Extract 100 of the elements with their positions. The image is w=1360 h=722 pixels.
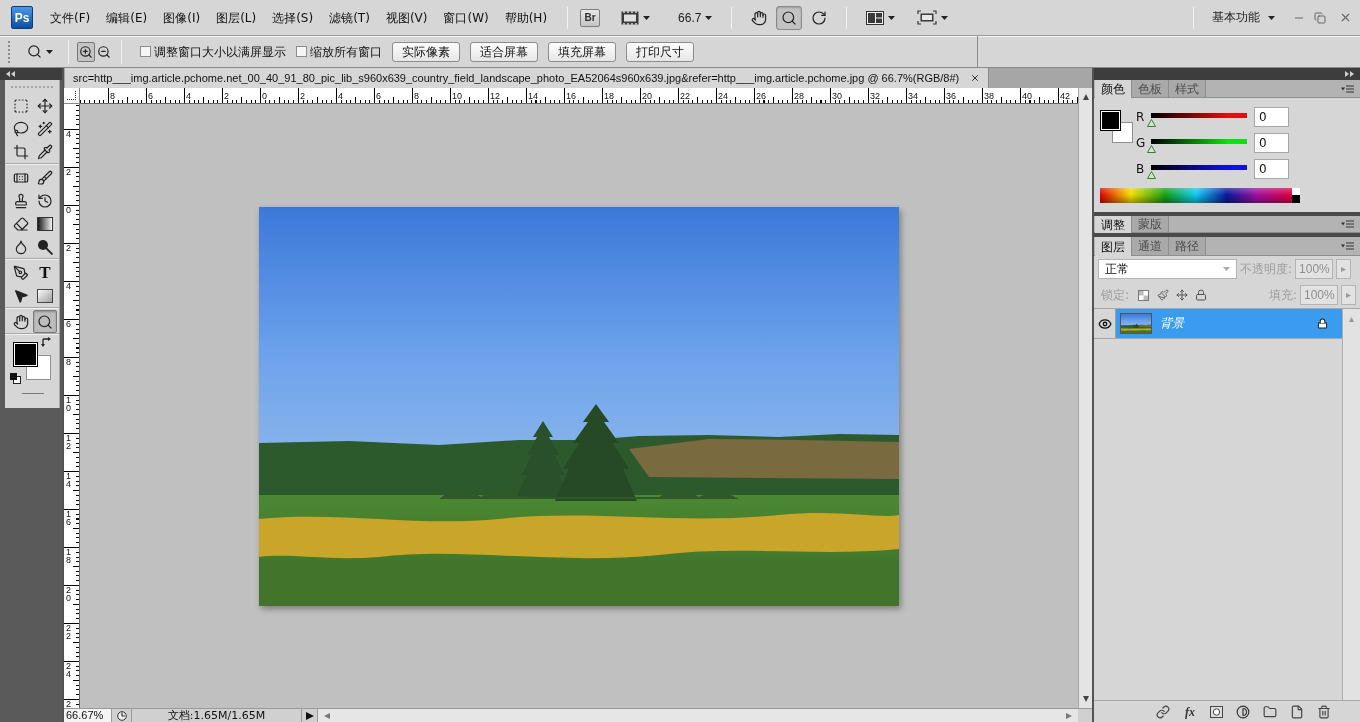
channel-label: R	[1136, 110, 1146, 124]
ruler-label: 2	[66, 244, 72, 252]
ruler-label: 12	[66, 434, 72, 450]
value-field[interactable]: 0	[1254, 159, 1289, 179]
ruler-label: 2	[66, 168, 72, 176]
checkbox[interactable]	[296, 46, 307, 57]
slider-thumb[interactable]	[1147, 171, 1156, 179]
eyedropper-icon	[37, 143, 53, 160]
checkbox-label[interactable]: 调整窗口大小以满屏显示	[154, 43, 286, 60]
workspace-dropdown[interactable]: 基本功能	[1206, 6, 1281, 29]
menu-item[interactable]: 选择(S)	[264, 6, 322, 29]
layer-name: 背景	[1160, 315, 1186, 332]
hand-icon	[13, 313, 29, 330]
arrow-right-icon[interactable]	[1066, 712, 1072, 719]
ruler-label: 2	[300, 91, 305, 101]
menu-item[interactable]: 滤镜(T)	[321, 6, 378, 29]
layers-scrollbar[interactable]	[1342, 309, 1360, 700]
restore-icon[interactable]	[1314, 11, 1326, 24]
zoom-preset-button[interactable]: 适合屏幕	[470, 41, 538, 62]
film-strip-icon	[621, 10, 640, 25]
swap-arrows-icon[interactable]	[41, 337, 52, 348]
panel-tab[interactable]: 通道	[1132, 237, 1169, 255]
foreground-swatch-icon[interactable]	[13, 342, 38, 367]
zoom-level-dropdown[interactable]: 66.7	[673, 5, 718, 30]
circle-square-icon	[1210, 705, 1223, 718]
background-swatch-icon[interactable]	[1100, 110, 1133, 143]
ruler-label: 14	[66, 472, 72, 488]
checkbox-label[interactable]: 缩放所有窗口	[310, 43, 382, 60]
panel-tab[interactable]: 图层	[1095, 237, 1132, 256]
slider-thumb[interactable]	[1147, 145, 1156, 153]
bridge-button[interactable]: Br	[580, 8, 601, 27]
effects-button[interactable]: fx	[1183, 704, 1197, 719]
horizontal-scrollbar[interactable]	[318, 709, 1078, 722]
lock-all-button[interactable]	[1194, 288, 1208, 302]
new-layer-button[interactable]	[1290, 704, 1304, 719]
visibility-toggle[interactable]	[1094, 309, 1116, 338]
ruler-label: 8	[110, 91, 115, 101]
double-arrow-icon[interactable]	[1345, 71, 1354, 77]
close-icon[interactable]	[970, 73, 981, 83]
menu-item[interactable]: 文件(F)	[42, 6, 99, 29]
opacity-slider-button[interactable]	[1336, 259, 1352, 279]
move-arrows-icon	[1175, 289, 1188, 301]
checkbox[interactable]	[140, 46, 151, 57]
arrow-left-icon[interactable]	[324, 712, 330, 719]
panel-tab[interactable]: 颜色	[1095, 80, 1132, 98]
menu-item[interactable]: 图像(I)	[155, 6, 209, 29]
close-icon[interactable]	[1339, 11, 1352, 24]
panel-tab[interactable]: 路径	[1169, 237, 1206, 255]
hand-icon	[751, 9, 768, 26]
menu-item[interactable]: 视图(V)	[377, 6, 436, 29]
menu-item[interactable]: 帮助(H)	[496, 6, 556, 29]
lock-paint-button[interactable]	[1156, 288, 1170, 302]
zoom-preset-button[interactable]: 打印尺寸	[626, 41, 694, 62]
panel-tab[interactable]: 色板	[1132, 80, 1169, 97]
ruler-label: 16	[66, 510, 72, 526]
new-group-button[interactable]	[1263, 704, 1277, 719]
panel-menu-icon[interactable]	[1341, 220, 1354, 228]
fill-slider-button[interactable]	[1341, 285, 1356, 305]
blend-mode-dropdown[interactable]: 正常	[1098, 259, 1237, 279]
panel-menu-icon[interactable]	[1341, 84, 1354, 93]
lock-position-button[interactable]	[1175, 288, 1189, 302]
zoom-preset-button[interactable]: 填充屏幕	[548, 41, 616, 62]
stamp-icon	[13, 192, 29, 209]
zoom-in-button[interactable]	[77, 41, 95, 62]
value-field[interactable]: 0	[1254, 107, 1289, 127]
menu-item[interactable]: 图层(L)	[208, 6, 265, 29]
ruler-label: 18	[66, 548, 72, 564]
add-mask-button[interactable]	[1210, 705, 1223, 718]
ruler-origin-icon[interactable]	[66, 90, 77, 101]
zoom-tool-button[interactable]	[33, 310, 57, 333]
delete-layer-button[interactable]	[1317, 704, 1331, 719]
arrow-up-icon[interactable]	[1082, 94, 1089, 100]
menu-item[interactable]: 窗口(W)	[435, 6, 497, 29]
lock-pixels-button[interactable]	[1137, 288, 1151, 302]
color-spectrum[interactable]	[1100, 188, 1300, 203]
ruler-label: 10	[66, 396, 72, 412]
panel-tab[interactable]: 调整	[1095, 216, 1132, 233]
zoom-view-button[interactable]	[776, 5, 803, 30]
slider-thumb[interactable]	[1147, 119, 1156, 127]
document-tab[interactable]: src=http___img.article.pchome.net_00_40_91_80_pic_lib_s960x639_country_field_landscape_photo_EA52064s960x639.jpg&refer=http___img.article.pchome.jpg @ 66.7%(RGB/8#)	[65, 68, 990, 88]
default-colors-icon[interactable]	[10, 373, 21, 384]
double-arrow-icon[interactable]	[6, 71, 15, 77]
link-layers-button[interactable]	[1156, 704, 1170, 719]
gradient-square-icon	[37, 216, 53, 231]
value-field[interactable]: 0	[1254, 133, 1289, 153]
triangle-arrow-icon[interactable]	[305, 711, 314, 720]
vertical-scrollbar[interactable]	[1078, 88, 1092, 708]
panel-tab[interactable]: 样式	[1169, 80, 1206, 97]
background-swatch-icon[interactable]	[13, 342, 51, 380]
zoom-preset-button[interactable]: 实际像素	[392, 41, 460, 62]
ruler-label: 4	[186, 91, 191, 101]
ruler-label: 40	[1022, 91, 1032, 101]
zoom-field[interactable]: 66.67%	[64, 709, 112, 722]
foreground-swatch-icon[interactable]	[1100, 110, 1121, 131]
type-tool-button[interactable]: T	[33, 261, 57, 284]
adjustment-layer-button[interactable]	[1236, 704, 1250, 719]
arrow-down-icon[interactable]	[1082, 696, 1089, 702]
panel-menu-icon[interactable]	[1341, 242, 1354, 250]
panel-tab[interactable]: 蒙版	[1132, 216, 1169, 232]
menu-item[interactable]: 编辑(E)	[98, 6, 156, 29]
